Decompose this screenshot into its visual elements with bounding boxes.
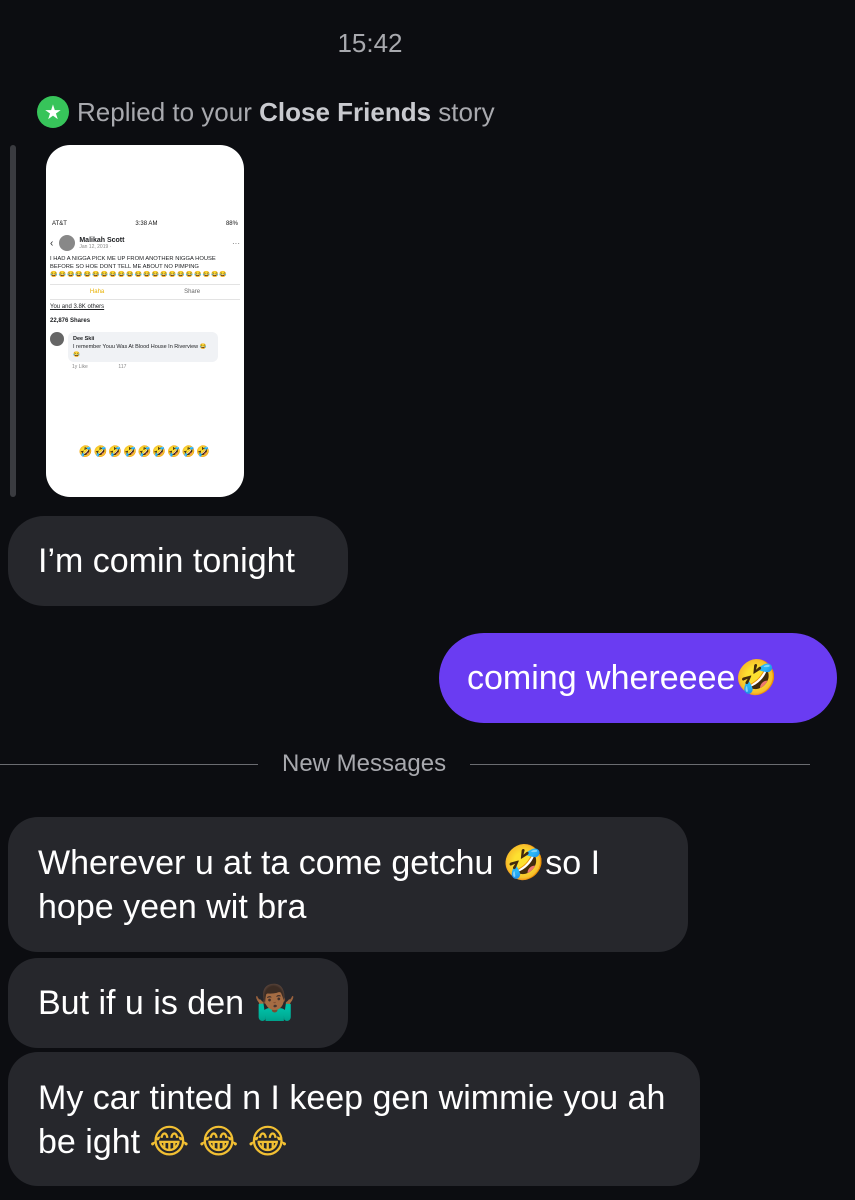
- comment-reaction-count: 117: [118, 364, 127, 370]
- message-bubble-incoming[interactable]: Wherever u at ta come getchu 🤣so I hope …: [8, 817, 688, 952]
- more-icon: ···: [232, 238, 240, 248]
- message-bubble-incoming[interactable]: I’m comin tonight: [8, 516, 348, 606]
- new-messages-label: New Messages: [282, 750, 447, 777]
- message-text: Wherever u at ta come getchu: [38, 844, 503, 882]
- reply-suffix: story: [438, 96, 495, 127]
- facebook-post-screenshot: ‹ Malikah Scott Jan 12, 2019 · ··· I HAD…: [50, 235, 240, 421]
- message-bubble-incoming[interactable]: But if u is den 🤷🏾‍♂️: [8, 958, 348, 1048]
- message-bubble-incoming[interactable]: My car tinted n I keep gen wimmie you ah…: [8, 1052, 700, 1186]
- post-date: Jan 12, 2019 ·: [79, 243, 112, 250]
- reply-prefix: Replied to your: [77, 96, 252, 127]
- commenter-name: Dee Skii: [73, 336, 95, 342]
- message-text: coming whereeee: [467, 659, 736, 697]
- post-author: Malikah Scott: [79, 236, 125, 244]
- comment-bubble: Dee Skii I remember Youu Was At Blood Ho…: [68, 332, 218, 362]
- story-emoji-overlay: 🤣🤣🤣🤣🤣🤣🤣🤣🤣: [78, 446, 212, 458]
- story-status-bar: AT&T 3:38 AM 88%: [46, 221, 244, 227]
- reply-quote-bar: [10, 145, 16, 497]
- post-emojis: 😂😂😂😂😂😂😂😂😂😂😂😂😂😂😂😂😂😂😂😂😂: [50, 272, 228, 278]
- divider-line: [470, 763, 810, 765]
- new-messages-divider: New Messages: [0, 748, 810, 780]
- tears-of-joy-emoji: 😂 😂 😂: [149, 1123, 288, 1161]
- comment: Dee Skii I remember Youu Was At Blood Ho…: [50, 332, 240, 362]
- haha-reaction: Haha: [89, 289, 105, 295]
- message-bubble-outgoing[interactable]: coming whereeee🤣: [439, 633, 837, 723]
- back-chevron-icon: ‹: [50, 237, 54, 249]
- battery-label: 88%: [225, 221, 238, 227]
- message-text: My car tinted n I keep gen wimmie you ah…: [38, 1079, 666, 1161]
- message-text: I’m comin tonight: [38, 542, 295, 580]
- post-text: I HAD A NIGGA PICK ME UP FROM ANOTHER NI…: [50, 256, 216, 270]
- message-text: But if u is den: [38, 984, 254, 1022]
- post-actions: Haha Share: [50, 284, 240, 300]
- comment-meta: 1y Like 117: [72, 364, 240, 370]
- reaction-summary: You and 3.8K others: [50, 304, 105, 310]
- author-avatar: [59, 235, 76, 251]
- post-header: ‹ Malikah Scott Jan 12, 2019 · ···: [50, 235, 240, 251]
- rolling-laughing-emoji: 🤣: [735, 659, 778, 697]
- carrier-label: AT&T: [52, 221, 67, 227]
- close-friends-label: Close Friends: [259, 96, 432, 127]
- comment-meta-text: 1y Like: [72, 364, 88, 370]
- star-icon: ★: [37, 96, 69, 128]
- shrug-emoji: 🤷🏾‍♂️: [253, 984, 296, 1022]
- divider-line: [0, 763, 258, 765]
- story-preview-thumbnail[interactable]: AT&T 3:38 AM 88% ‹ Malikah Scott Jan 12,…: [46, 145, 244, 497]
- rolling-laughing-emoji: 🤣: [502, 844, 546, 882]
- share-count: 22,876 Shares: [50, 318, 91, 324]
- share-action: Share: [184, 289, 201, 295]
- comment-text: I remember Youu Was At Blood House In Ri…: [73, 344, 207, 358]
- status-time: 3:38 AM: [135, 221, 158, 227]
- commenter-avatar: [50, 332, 64, 346]
- message-timestamp: 15:42: [337, 28, 403, 58]
- story-reply-note: ★ Replied to your Close Friends story: [37, 96, 495, 128]
